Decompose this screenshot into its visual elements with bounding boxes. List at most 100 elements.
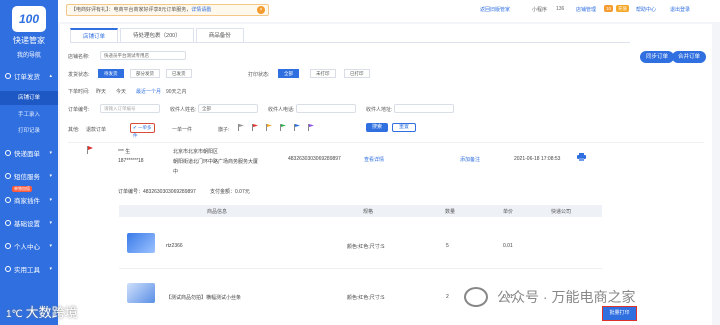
shop-manage-link[interactable]: 店铺管理 — [576, 6, 596, 13]
batch-print-button[interactable]: 批量打印 — [602, 306, 637, 321]
receiver-name: *** 生 — [118, 149, 131, 155]
nav-item-manual-entry[interactable]: 手工录入 — [0, 108, 58, 122]
help-link[interactable]: 帮助中心 — [636, 6, 656, 13]
time-90days-option[interactable]: 90天之内 — [166, 88, 187, 95]
tab-pending[interactable]: 待处理包裹（200） — [120, 28, 194, 42]
address-line: 中 — [173, 169, 179, 175]
shop-select[interactable]: 快递员平台测试专用店 — [100, 51, 186, 60]
sms-icon — [5, 173, 11, 179]
flag-yellow-icon — [266, 124, 272, 131]
sync-orders-button[interactable]: 同步订单 — [640, 51, 675, 63]
print-printed-option[interactable]: 已打印 — [344, 69, 370, 78]
col-product: 商品信息 — [207, 209, 228, 215]
address-line: 北京市北京市朝阳区 — [173, 149, 219, 155]
receiver-phone-input[interactable] — [296, 104, 356, 113]
nav-group-profile[interactable]: 个人中心 ▾ — [0, 239, 58, 253]
nav-group-sms[interactable]: 短信服务 ▾ — [0, 169, 58, 183]
nav-group-orders[interactable]: 订单发货 ▴ — [0, 69, 58, 83]
nav-group-settings[interactable]: 基础设置 ▾ — [0, 216, 58, 230]
nav-group-waybill[interactable]: 快递面单 ▾ — [0, 146, 58, 160]
hot-badge: 单独加值 — [12, 186, 32, 192]
nav-group-label: 商家插件 — [14, 198, 40, 205]
user-name: 小程序 — [532, 7, 548, 13]
flag-red-icon[interactable] — [87, 146, 93, 154]
watermark-left: 1℃ 大数跨境 — [6, 302, 78, 321]
order-no-label: 订单编号: — [68, 107, 90, 113]
order-icon — [5, 73, 11, 79]
tab-shop-orders[interactable]: 店铺订单 — [70, 28, 119, 42]
tools-icon — [5, 266, 11, 272]
tab-backup[interactable]: 商品备份 — [195, 28, 244, 42]
tab-bar: 店铺订单 待处理包裹（200） 商品备份 — [70, 28, 246, 42]
ship-done-option[interactable]: 已发货 — [166, 69, 192, 78]
nav-item-shop-orders[interactable]: 店铺订单 — [0, 91, 58, 105]
nav-group-tools[interactable]: 实用工具 ▾ — [0, 262, 58, 276]
old-version-link[interactable]: 返回旧版管家 — [480, 6, 510, 13]
order-time: 2021-06-18 17:08:53 — [514, 156, 561, 162]
product-thumbnail — [127, 283, 155, 303]
flag-green-icon — [280, 124, 286, 131]
nav-group-label: 订单发货 — [14, 74, 40, 81]
tab-divider — [70, 42, 630, 43]
receiver-address-label: 收件人地址: — [366, 107, 393, 113]
recharge-button[interactable]: 充值 — [616, 5, 629, 12]
nav-group-plugins[interactable]: 商家插件 ▾ — [0, 193, 58, 207]
receiver-address-input[interactable] — [394, 104, 454, 113]
flag-blue-icon — [294, 124, 300, 131]
receiver-name-select[interactable]: 全部 — [198, 104, 258, 113]
product-qty: 5 — [446, 243, 449, 249]
print-all-option[interactable]: 全部 — [278, 69, 299, 78]
shop-label: 店铺名称: — [68, 54, 90, 60]
printer-icon[interactable] — [577, 153, 586, 161]
col-price: 单价 — [503, 209, 514, 215]
nav-home[interactable]: 我的导航 — [0, 50, 58, 59]
refund-filter[interactable]: 退款订单 — [86, 126, 106, 133]
order-number: 订单编号：4832630303069289897 — [118, 189, 196, 195]
brand-name: 快递管家 — [13, 36, 45, 45]
multi-item-checkbox[interactable]: ✔ 一单多件 — [130, 123, 155, 138]
product-spec: 颜色:红色;尺寸:S — [347, 244, 385, 250]
search-button[interactable]: 搜索 — [366, 123, 389, 132]
settings-icon — [5, 220, 11, 226]
nav-item-print-log[interactable]: 打印记录 — [0, 124, 58, 138]
notice-link[interactable]: 详情请戳 — [191, 7, 211, 13]
col-qty: 数量 — [445, 209, 456, 215]
view-detail-link[interactable]: 查看详情 — [364, 156, 384, 163]
product-qty: 2 — [446, 294, 449, 300]
flag-grey-icon — [238, 124, 244, 131]
app-logo: 100 — [12, 6, 46, 32]
watermark-left-text: 大数跨境 — [25, 305, 78, 320]
flag-filter-group[interactable] — [238, 123, 330, 132]
receiver-phone-label: 收件人电话: — [268, 107, 295, 113]
sidebar: 100 快递管家 我的导航 订单发货 ▴ 店铺订单 手工录入 打印记录 快递面单… — [0, 0, 58, 325]
chevron-down-icon: ▾ — [49, 197, 52, 203]
top-bar: 【电商好评有礼】：电商平台商家好评享8元订单服务，详情请戳 × 返回旧版管家 小… — [58, 0, 720, 22]
time-month-option[interactable]: 最近一个月 — [136, 88, 161, 95]
ship-partial-option[interactable]: 部分发货 — [130, 69, 160, 78]
chevron-down-icon: ▾ — [49, 173, 52, 179]
reset-button[interactable]: 重置 — [392, 123, 417, 132]
order-no-input[interactable]: 请输入订单编号 — [100, 104, 160, 113]
notice-text: 【电商好评有礼】：电商平台商家好评享8元订单服务， — [71, 7, 192, 13]
chevron-down-icon: ▾ — [49, 150, 52, 156]
close-icon[interactable]: × — [257, 6, 265, 14]
time-yesterday-option[interactable]: 昨天 — [96, 88, 106, 95]
table-header: 商品信息 规格 数量 单价 快递公司 — [119, 205, 602, 217]
chevron-up-icon: ▴ — [49, 73, 52, 79]
flag-purple-icon — [308, 124, 314, 131]
nav-group-label: 快递面单 — [14, 151, 40, 158]
ship-status-label: 发货状态: — [68, 72, 90, 78]
add-remark-link[interactable]: 添加备注 — [460, 156, 480, 163]
receiver-phone: 187******18 — [118, 158, 144, 164]
logout-link[interactable]: 退出登录 — [670, 6, 690, 13]
row-divider — [119, 268, 602, 269]
nav-group-label: 短信服务 — [14, 174, 40, 181]
print-unprinted-option[interactable]: 未打印 — [310, 69, 336, 78]
time-today-option[interactable]: 今天 — [116, 88, 126, 95]
merge-orders-button[interactable]: 合并订单 — [672, 51, 707, 63]
address-line: 朝阳街道北门环中路广场商务服务大厦 — [173, 159, 259, 165]
ship-pending-option[interactable]: 待发货 — [98, 69, 124, 78]
single-item-filter[interactable]: 一单一件 — [172, 126, 192, 133]
user-count: 136 — [556, 6, 565, 12]
product-thumbnail — [127, 233, 155, 253]
